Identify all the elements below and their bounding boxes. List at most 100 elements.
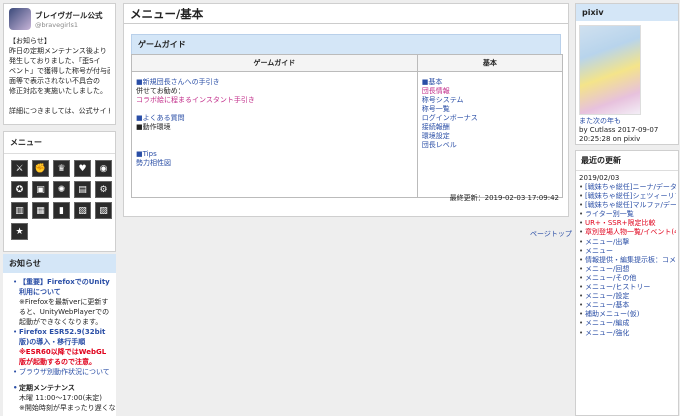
pixiv-widget-title: pixiv <box>576 4 678 21</box>
recent-update-item[interactable]: [戦妹ちゃ総任]ニーナ/データ <box>579 183 676 192</box>
recent-updates-widget: 最近の更新 2019/02/03 [戦妹ちゃ総任]ニーナ/データ[戦妹ちゃ総任]… <box>575 150 679 416</box>
recent-update-item[interactable]: UR+・SSR+限定比較 <box>579 219 676 228</box>
table-header: ゲームガイド <box>131 54 418 72</box>
guide-table: ゲームガイド 基本 ■新規団長さんへの手引き 併せてお勧め： コラボ絵に程まるインス… <box>131 54 564 198</box>
guide-link[interactable]: 接続報酬 <box>422 123 558 132</box>
pixiv-thumbnail[interactable] <box>579 25 641 115</box>
menu-icon-grid: ⚔ ✊ ♛ ♥ ◉ ✪ ▣ ✺ ▤ ⚙ ▥ ▦ ▮ ▧ ▨ ★ <box>4 154 115 246</box>
guide-link[interactable]: 称号システム <box>422 96 558 105</box>
recent-update-item[interactable]: メニュー/編成 <box>579 319 676 328</box>
guide-text: ■動作環境 <box>136 123 171 131</box>
maintenance-heading: 定期メンテナンス <box>13 383 112 393</box>
pixiv-artwork-meta: by Cutlass 2017-09-07 20:25:28 on pixiv <box>579 126 659 143</box>
guide-text: 団長情報 <box>421 87 450 95</box>
news-link[interactable]: 【重要】FirefoxでのUnity利用について <box>19 278 110 296</box>
guide-link[interactable]: ■Tips <box>136 150 413 159</box>
book-icon[interactable]: ▤ <box>74 181 91 198</box>
tweet-line: 修正対応を実施いたしました。 <box>9 87 107 95</box>
news-link[interactable]: ブラウザ別動作状況について <box>19 368 110 376</box>
news-item: ブラウザ別動作状況について <box>13 367 112 377</box>
twitter-timeline-widget: ブレイヴガール公式 @bravegirls1 【お知らせ】 昨日の定期メンテナン… <box>3 3 116 125</box>
account-name[interactable]: ブレイヴガール公式 <box>35 10 103 21</box>
tweet-line: ベント」で獲得した称号が付与画 <box>9 67 110 75</box>
pixiv-caption: また次の年も by Cutlass 2017-09-07 20:25:28 on… <box>579 117 678 144</box>
star-icon[interactable]: ★ <box>11 223 28 240</box>
news-note: ※Firefoxを最新verに更新すると、UnityWebPlayerでの起動が… <box>19 298 110 326</box>
news-link[interactable]: Firefox ESR52.9(32bit版)の導入・移行手順 <box>19 328 105 346</box>
recent-update-item[interactable]: メニュー <box>579 247 676 256</box>
news-item: 【重要】FirefoxでのUnity利用について ※Firefoxを最新verに… <box>13 277 112 327</box>
sword-icon[interactable]: ⚔ <box>11 160 28 177</box>
maintenance-note: ※開始時刻が早まったり遅くなっ <box>19 404 116 416</box>
page-top-link[interactable]: ページトップ <box>530 229 572 239</box>
recent-updates-title: 最近の更新 <box>576 151 678 171</box>
recent-updates-date: 2019/02/03 <box>579 174 620 182</box>
tweet-line: 詳細につきましては、公式サイト <box>9 107 110 115</box>
spinner-icon[interactable]: ✺ <box>53 181 70 198</box>
recent-update-item[interactable]: メニュー/ヒストリー <box>579 283 676 292</box>
guide-link[interactable]: ■よくある質問 <box>136 114 413 123</box>
menu-widget: メニュー ⚔ ✊ ♛ ♥ ◉ ✪ ▣ ✺ ▤ ⚙ ▥ ▦ ▮ ▧ ▨ ★ <box>3 131 116 252</box>
recent-update-item[interactable]: メニュー/回想 <box>579 265 676 274</box>
lock-icon[interactable]: ▣ <box>32 181 49 198</box>
recent-update-item[interactable]: ライター別一覧 <box>579 210 676 219</box>
eye-icon[interactable]: ◉ <box>95 160 112 177</box>
news-item: Firefox ESR52.9(32bit版)の導入・移行手順 ※ESR60以降… <box>13 327 112 367</box>
news-warning: ※ESR60以降ではWebGL版が起動するので注意。 <box>19 348 107 366</box>
scroll-icon[interactable]: ▧ <box>74 202 91 219</box>
recent-update-item[interactable]: 情報提供・編集提示板：コメント <box>579 256 676 265</box>
recent-update-item[interactable]: [戦妹ちゃ総任]シェツィーリア/データ <box>579 192 676 201</box>
gear-icon[interactable]: ⚙ <box>95 181 112 198</box>
recent-update-item[interactable]: メニュー/基本 <box>579 301 676 310</box>
tweet-line <box>9 96 110 106</box>
doc-icon[interactable]: ▨ <box>95 202 112 219</box>
guide-text: 併せてお勧め： <box>136 87 185 95</box>
tweet-header: ブレイヴガール公式 @bravegirls1 <box>9 8 110 30</box>
heart-icon[interactable]: ♥ <box>74 160 91 177</box>
recent-update-item[interactable]: 補助メニュー(仮) <box>579 310 676 319</box>
recent-update-item[interactable]: 章別登場人物一覧/イベント(4年目)/データ1 <box>579 228 676 237</box>
recent-updates-list: [戦妹ちゃ総任]ニーナ/データ[戦妹ちゃ総任]シェツィーリア/データ[戦妹ちゃ総… <box>576 182 678 338</box>
recent-update-item[interactable]: メニュー/出撃 <box>579 238 676 247</box>
bars-icon[interactable]: ▮ <box>53 202 70 219</box>
grid-icon[interactable]: ▦ <box>32 202 49 219</box>
account-handle[interactable]: @bravegirls1 <box>35 21 103 29</box>
last-updated: 最終更新：2019-02-03 17:09:42 <box>449 194 559 202</box>
tweet-line: 面等で表示されない不具合の <box>9 77 100 85</box>
section-header: ゲームガイド <box>131 34 561 55</box>
table-header: 基本 <box>416 54 564 72</box>
news-widget-title: お知らせ <box>3 254 116 273</box>
recent-update-item[interactable]: [戦妹ちゃ総任]マルファ/データ <box>579 201 676 210</box>
guide-link[interactable]: 団長レベル <box>422 141 558 150</box>
tweet-body: 【お知らせ】 昨日の定期メンテナンス後より 発生しておりました、「歪Sイ ベント… <box>9 36 110 116</box>
tweet-line: 昨日の定期メンテナンス後より <box>9 47 107 55</box>
basic-column: ■基本 団長情報 称号システム 称号一覧 ログインボーナス 接続報酬 環境設定 団長レベル <box>416 71 564 198</box>
maintenance-time: 木曜 11:00〜17:00(未定) <box>19 394 103 402</box>
recent-update-item[interactable]: メニュー/その他 <box>579 274 676 283</box>
guide-text: コラボ絵に程まるインスタント手引き <box>136 96 255 104</box>
guide-link[interactable]: ■基本 <box>422 78 558 87</box>
guide-link[interactable]: ■新規団長さんへの手引き <box>136 78 413 87</box>
main-content: メニュー/基本 ゲームガイド ゲームガイド 基本 ■新規団長さんへの手引き 併せて… <box>123 3 569 217</box>
page-title: メニュー/基本 <box>124 4 568 24</box>
guide-link[interactable]: ログインボーナス <box>422 114 558 123</box>
recent-update-item[interactable]: メニュー/強化 <box>579 329 676 338</box>
recent-update-item[interactable]: メニュー/設定 <box>579 292 676 301</box>
guide-column: ■新規団長さんへの手引き 併せてお勧め： コラボ絵に程まるインスタント手引き ■よくあ… <box>131 71 418 198</box>
news-list: 【重要】FirefoxでのUnity利用について ※Firefoxを最新verに… <box>3 277 116 393</box>
dress-icon[interactable]: ♛ <box>53 160 70 177</box>
avatar[interactable] <box>9 8 31 30</box>
guide-link[interactable]: 勢力相性図 <box>136 159 413 168</box>
guide-link[interactable]: 環境設定 <box>422 132 558 141</box>
fist-icon[interactable]: ✊ <box>32 160 49 177</box>
chart-icon[interactable]: ▥ <box>11 202 28 219</box>
guide-link[interactable]: 称号一覧 <box>422 105 558 114</box>
pixiv-artwork-link[interactable]: また次の年も <box>579 117 621 125</box>
tweet-line: 発生しておりました、「歪Sイ <box>9 57 101 65</box>
menu-widget-title: メニュー <box>4 132 115 154</box>
rank-icon[interactable]: ✪ <box>11 181 28 198</box>
news-widget: お知らせ 【重要】FirefoxでのUnity利用について ※Firefoxを最… <box>3 254 116 416</box>
